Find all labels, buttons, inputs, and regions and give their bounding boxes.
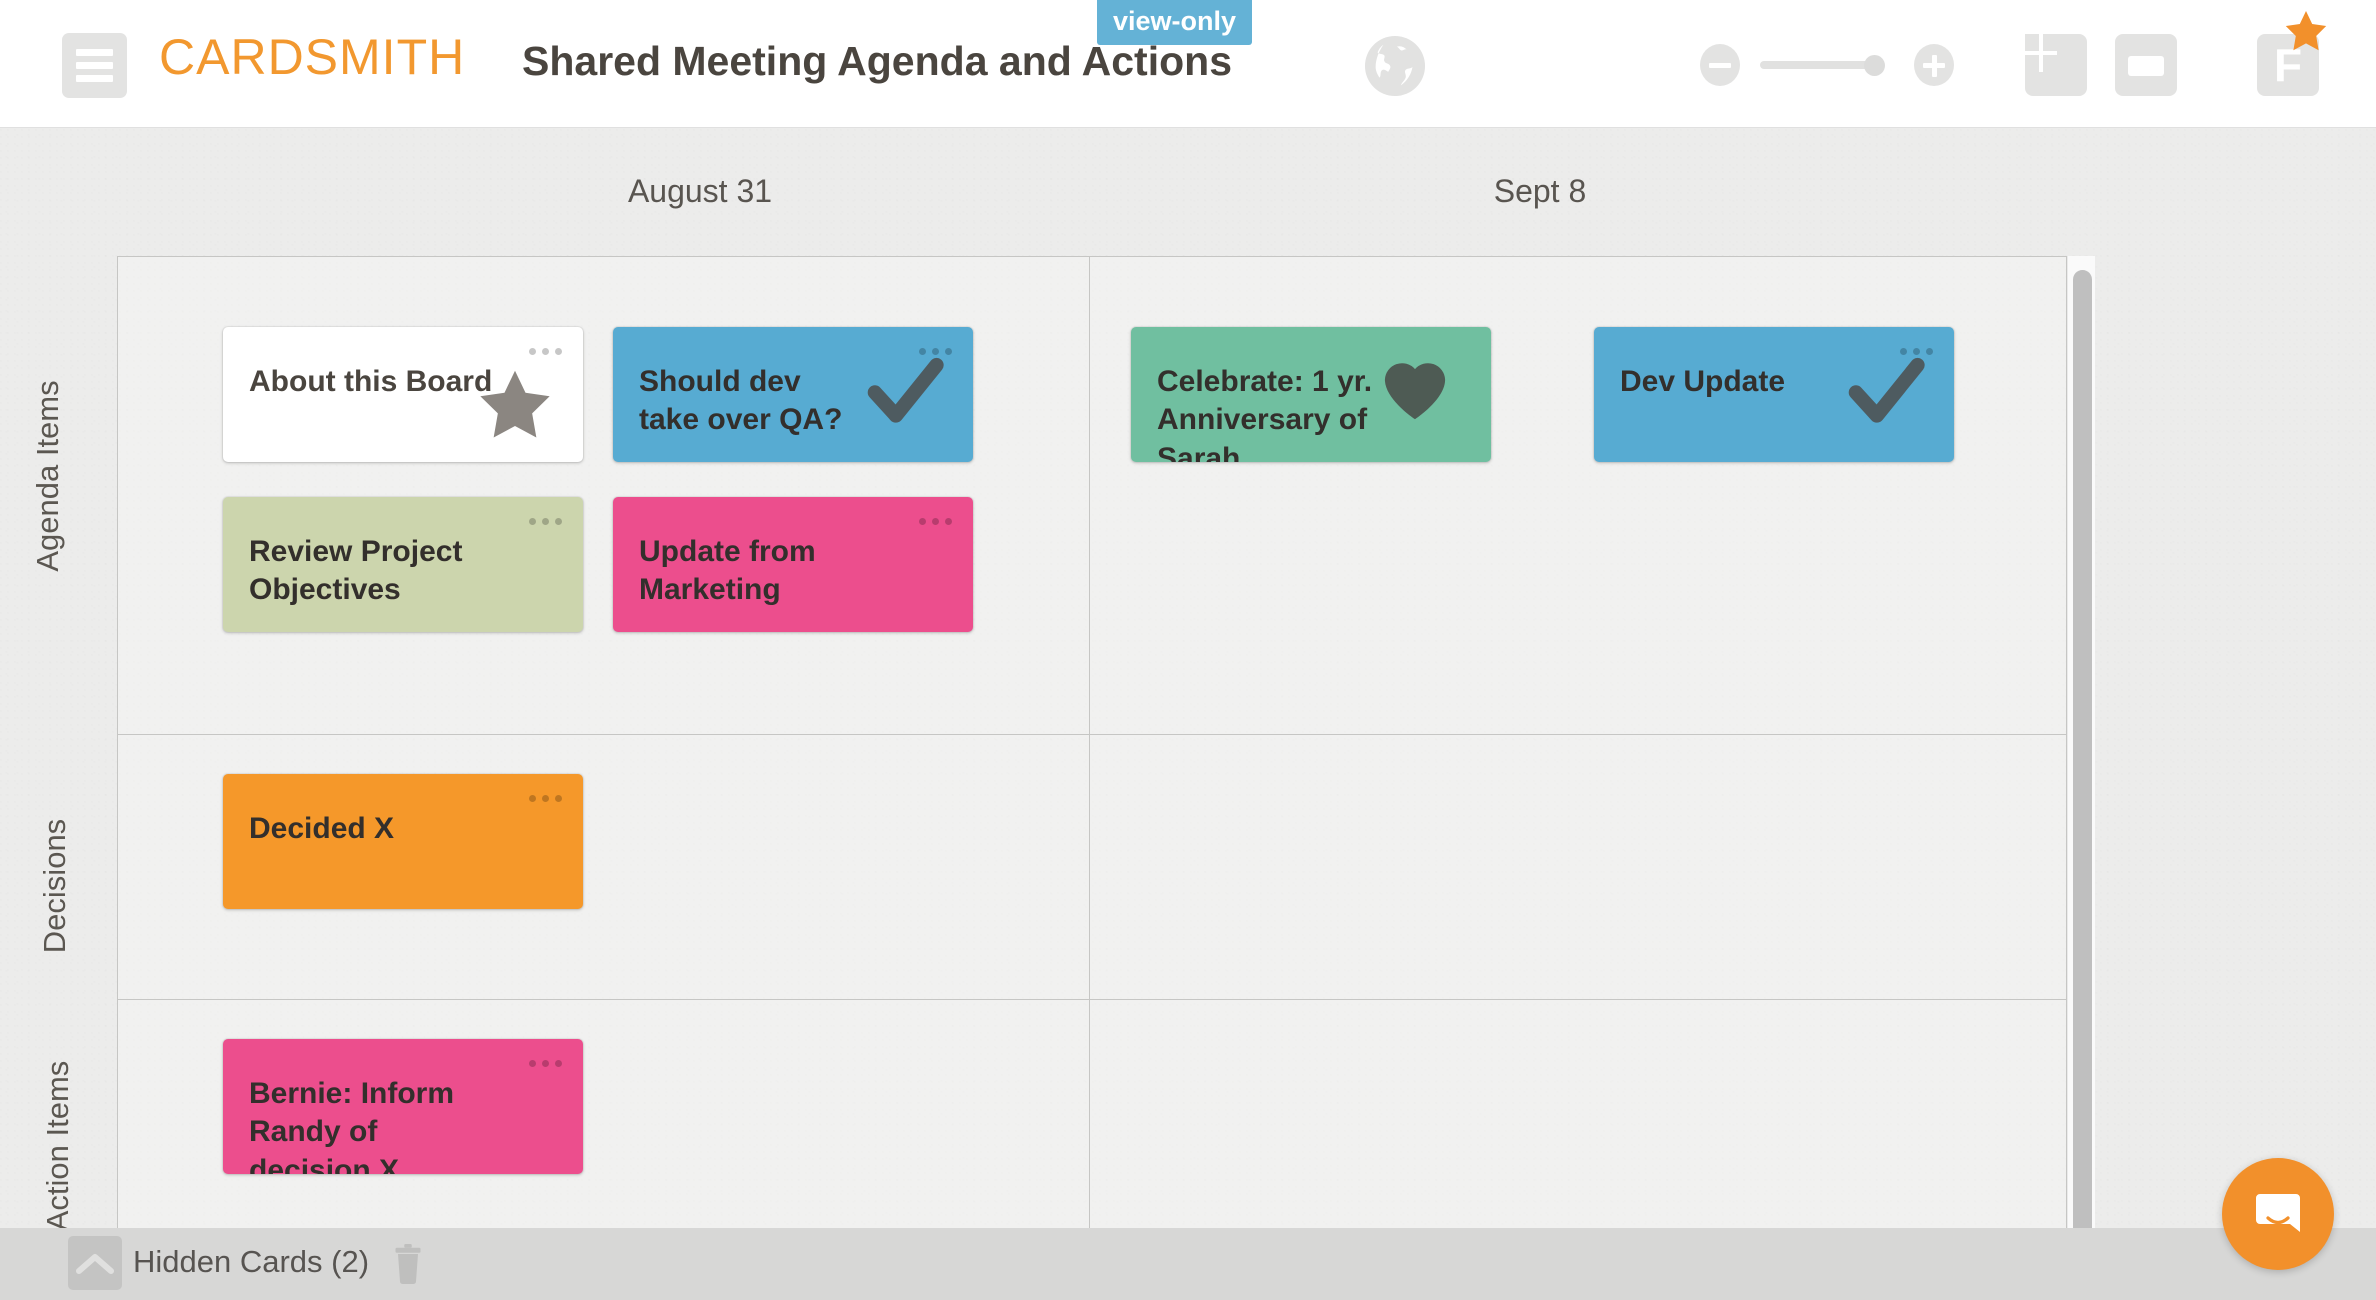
card-menu-icon[interactable] xyxy=(916,514,956,530)
card-title: Bernie: Inform Randy of decision X xyxy=(249,1077,455,1174)
zoom-slider-track[interactable] xyxy=(1760,61,1879,69)
column-header-0: August 31 xyxy=(627,173,773,209)
brand-logo[interactable]: cardsmith xyxy=(159,28,465,86)
hamburger-menu-icon[interactable] xyxy=(62,33,127,98)
chevron-up-icon[interactable] xyxy=(68,1236,122,1290)
app-header: cardsmith Shared Meeting Agenda and Acti… xyxy=(0,0,2376,128)
card-title: Dev Update xyxy=(1620,365,1786,398)
board-card[interactable]: Bernie: Inform Randy of decision X xyxy=(223,1039,583,1174)
heart-icon xyxy=(1373,345,1457,429)
card-icon xyxy=(2128,56,2164,76)
board-card[interactable]: Decided X xyxy=(223,774,583,909)
grid-row-divider-2 xyxy=(118,999,2068,1000)
board-grid: About this Board Should dev take over QA?… xyxy=(117,256,2068,1300)
menu-bar-3 xyxy=(76,75,113,82)
board-card[interactable]: About this Board xyxy=(223,327,583,462)
card-title: Celebrate: 1 yr. Anniversary of Sarah xyxy=(1157,365,1373,462)
card-menu-icon[interactable] xyxy=(526,344,566,360)
board-card[interactable]: Update from Marketing xyxy=(613,497,973,632)
board-card[interactable]: Dev Update xyxy=(1594,327,1954,462)
status-badge: view-only xyxy=(1097,0,1253,45)
card-title: Review Project Objectives xyxy=(249,535,463,607)
globe-icon[interactable] xyxy=(1364,35,1426,97)
card-view-button[interactable] xyxy=(2115,34,2177,96)
card-menu-icon[interactable] xyxy=(526,791,566,807)
card-title: Update from Marketing xyxy=(639,535,816,607)
zoom-slider-handle[interactable] xyxy=(1864,55,1885,76)
brand-logo-text: cardsmith xyxy=(159,29,466,85)
card-menu-icon[interactable] xyxy=(526,1056,566,1072)
card-title: About this Board xyxy=(249,365,493,398)
column-header-1: Sept 8 xyxy=(1493,173,1587,209)
card-title: Decided X xyxy=(249,812,395,845)
plus-icon-vertical xyxy=(1931,54,1937,77)
hidden-cards-label: Hidden Cards (2) xyxy=(133,1244,370,1279)
check-icon xyxy=(1844,349,1928,433)
menu-bar-2 xyxy=(76,62,113,69)
board-card[interactable]: Review Project Objectives xyxy=(223,497,583,632)
chat-bubble-icon[interactable] xyxy=(2222,1158,2334,1270)
scrollbar-thumb[interactable] xyxy=(2073,270,2092,1300)
board-card[interactable]: Celebrate: 1 yr. Anniversary of Sarah xyxy=(1131,327,1491,462)
card-menu-icon[interactable] xyxy=(526,514,566,530)
page-title: Shared Meeting Agenda and Actions xyxy=(522,38,1232,84)
vertical-scrollbar[interactable] xyxy=(2067,256,2095,1300)
board-canvas: August 31 Sept 8 Agenda Items Decisions … xyxy=(0,128,2376,1300)
grid-view-button[interactable] xyxy=(2025,34,2087,96)
card-title: Should dev take over QA? xyxy=(639,365,843,437)
check-icon xyxy=(863,349,947,433)
trash-icon[interactable] xyxy=(393,1244,423,1284)
footer-bar: Hidden Cards (2) xyxy=(0,1228,2376,1300)
zoom-out-button[interactable] xyxy=(1700,44,1740,86)
minus-icon xyxy=(1709,63,1731,68)
star-icon[interactable] xyxy=(2282,8,2330,56)
board-card[interactable]: Should dev take over QA? xyxy=(613,327,973,462)
menu-bar-1 xyxy=(76,49,113,56)
zoom-in-button[interactable] xyxy=(1914,44,1954,86)
grid-column-divider xyxy=(1089,257,1090,1300)
grid-row-divider-1 xyxy=(118,734,2068,735)
grid-icon xyxy=(2025,34,2057,72)
star-icon xyxy=(473,363,557,447)
cardsmith-board-app: cardsmith Shared Meeting Agenda and Acti… xyxy=(0,0,2376,1300)
